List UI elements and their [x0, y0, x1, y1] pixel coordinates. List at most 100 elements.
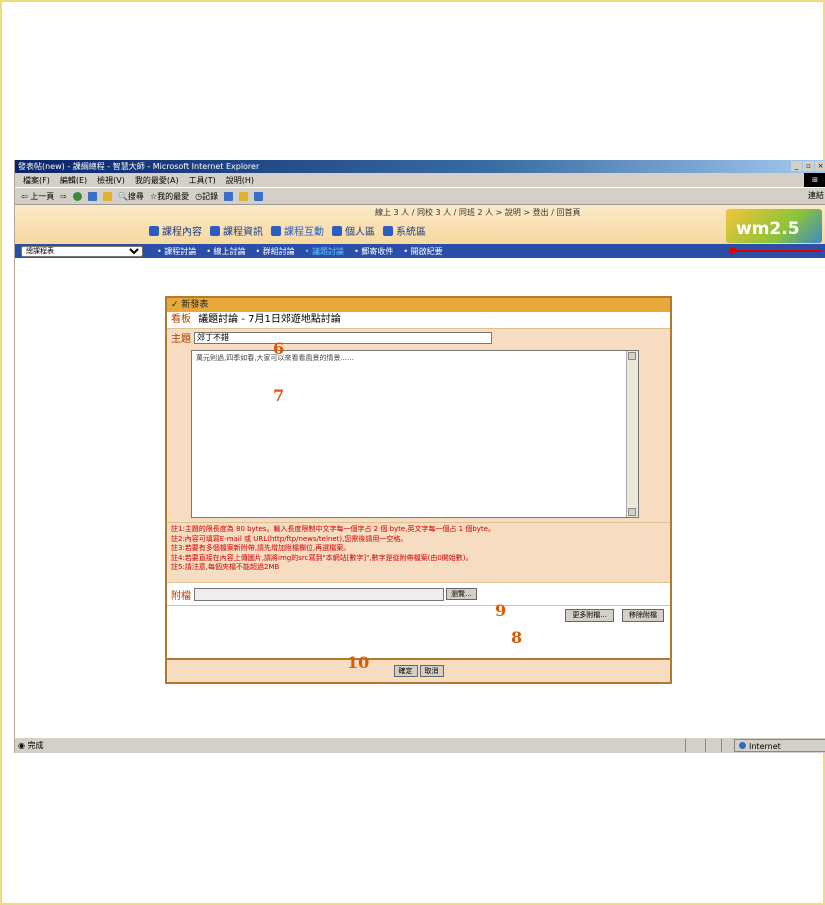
- search-label: 搜尋: [127, 191, 144, 201]
- status-divider: [685, 739, 686, 752]
- tab-course-info[interactable]: 課程資訊: [210, 223, 263, 238]
- note-4: 註4:若要直接在內容上傳圖片,請將img的src寫到"本網站[數字]",數字是從…: [171, 553, 473, 562]
- favorites-button[interactable]: ☆我的最愛: [150, 191, 189, 202]
- nav-label: 開啟紀要: [410, 246, 443, 256]
- attach-file-input[interactable]: [194, 587, 444, 601]
- attach-actions-row: 更多附檔... 移除附檔: [167, 605, 670, 624]
- window-title: 發表帖(new) - 課綱總程 - 智慧大師 - Microsoft Inter…: [18, 162, 260, 171]
- browse-button[interactable]: 瀏覽...: [446, 588, 477, 600]
- back-label: 上一頁: [30, 191, 55, 201]
- refresh-icon[interactable]: [87, 191, 97, 201]
- form-title: 新發表: [181, 300, 209, 310]
- globe-icon: [739, 742, 746, 749]
- browser-window: 發表帖(new) - 課綱總程 - 智慧大師 - Microsoft Inter…: [14, 160, 825, 753]
- nav-online-discussion[interactable]: • 線上討論: [206, 246, 245, 257]
- online-status[interactable]: 線上 3 人 / 同校 3 人 / 同班 2 人 > 說明 > 登出 / 回首頁: [375, 207, 580, 218]
- body-textarea[interactable]: 萬元則過,四季如春,大家可以來看看風景的情景......: [191, 350, 639, 518]
- tab-course-content[interactable]: 課程內容: [149, 223, 202, 238]
- attach-row: 附檔 瀏覽...: [167, 582, 670, 605]
- nav-notes[interactable]: • 開啟紀要: [403, 246, 442, 257]
- close-button[interactable]: ×: [815, 161, 825, 171]
- attach-label: 附檔: [171, 590, 191, 602]
- windows-logo-icon: ⊞: [804, 173, 825, 187]
- tab-label: 課程內容: [162, 227, 202, 238]
- menu-help[interactable]: 說明(H): [226, 175, 254, 186]
- zone-label: Internet: [749, 742, 781, 751]
- tab-course-interaction[interactable]: 課程互動: [271, 223, 324, 238]
- history-button[interactable]: ◷記錄: [195, 191, 218, 202]
- note-1: 註1:主題的限長度為 80 bytes。輸入長度限制中文字每一個字占 2 個 b…: [171, 525, 495, 533]
- editor-scrollbar[interactable]: [626, 351, 638, 517]
- mail-icon[interactable]: [224, 191, 234, 201]
- cancel-button[interactable]: 取消: [419, 665, 444, 677]
- note-2: 註2:內容可填寫E-mail 或 URL(http/ftp/news/telne…: [171, 534, 408, 543]
- board-label: 看板: [171, 314, 191, 325]
- more-attach-button[interactable]: 更多附檔...: [565, 608, 614, 622]
- subject-row: 主題: [167, 329, 670, 346]
- tab-icon: [210, 225, 220, 236]
- stop-icon[interactable]: [72, 191, 82, 201]
- nav-group-discussion[interactable]: • 群組討論: [256, 246, 295, 257]
- submit-row: 確定 取消: [167, 658, 670, 682]
- form-header: ✓ 新發表: [167, 298, 670, 312]
- favorites-label: 我的最愛: [157, 191, 190, 201]
- menu-bar: 檔案(F) 編輯(E) 檢視(V) 我的最愛(A) 工具(T) 說明(H) ⊞: [15, 173, 825, 188]
- links-button[interactable]: 連結: [808, 188, 824, 204]
- ok-button[interactable]: 確定: [393, 665, 418, 677]
- title-bar: 發表帖(new) - 課綱總程 - 智慧大師 - Microsoft Inter…: [15, 160, 825, 173]
- menu-view[interactable]: 檢視(V): [97, 175, 125, 186]
- board-row: 看板 議題討論 - 7月1日郊遊地點討論: [167, 312, 670, 329]
- nav-label: 議題討論: [312, 246, 345, 256]
- home-icon[interactable]: [102, 191, 112, 201]
- status-label: 完成: [27, 741, 44, 750]
- subject-label: 主題: [171, 334, 191, 345]
- note-3: 註3:若要有多個檔案新附帶,請先增加附檔欄位,再選檔案。: [171, 544, 351, 552]
- search-button[interactable]: 🔍搜尋: [118, 191, 144, 202]
- marker-8: 8: [511, 628, 523, 647]
- nav-bar: 總課程表 • 課程討論 • 線上討論 • 群組討論 • 議題討論 • 郵寄收件 …: [15, 244, 825, 258]
- marker-9: 9: [495, 601, 507, 620]
- nav-mail[interactable]: • 郵寄收件: [354, 246, 393, 257]
- progress-indicator: [729, 247, 822, 254]
- nav-course-discussion[interactable]: • 課程討論: [157, 246, 196, 257]
- nav-topic-discussion[interactable]: • 議題討論: [305, 246, 344, 257]
- back-button[interactable]: ⇦ 上一頁: [21, 191, 54, 202]
- edit-icon[interactable]: [254, 191, 264, 201]
- tab-label: 個人區: [345, 227, 375, 238]
- tab-icon: [383, 225, 393, 236]
- security-zone: Internet: [734, 739, 825, 752]
- tab-label: 課程互動: [284, 227, 324, 238]
- notes-section: 註1:主題的限長度為 80 bytes。輸入長度限制中文字每一個字占 2 個 b…: [167, 522, 670, 582]
- tab-label: 課程資訊: [223, 227, 263, 238]
- nav-label: 課程討論: [164, 246, 197, 256]
- menu-file[interactable]: 檔案(F): [23, 175, 50, 186]
- tab-icon: [271, 225, 281, 236]
- forward-button[interactable]: ⇨: [60, 192, 67, 201]
- marker-7: 7: [273, 386, 285, 405]
- site-banner: 線上 3 人 / 同校 3 人 / 同班 2 人 > 說明 > 登出 / 回首頁…: [15, 205, 825, 244]
- marker-6: 6: [273, 339, 285, 358]
- course-select[interactable]: 總課程表: [21, 245, 143, 257]
- menu-tools[interactable]: 工具(T): [189, 175, 216, 186]
- status-divider: [721, 739, 722, 752]
- minimize-button[interactable]: _: [791, 161, 802, 171]
- tab-personal[interactable]: 個人區: [332, 223, 375, 238]
- subject-input[interactable]: [194, 331, 492, 344]
- menu-favorites[interactable]: 我的最愛(A): [135, 175, 179, 186]
- web-page: 線上 3 人 / 同校 3 人 / 同班 2 人 > 說明 > 登出 / 回首頁…: [15, 205, 825, 737]
- editor-row: 萬元則過,四季如春,大家可以來看看風景的情景......: [167, 346, 670, 522]
- marker-10: 10: [347, 653, 370, 672]
- history-label: 記錄: [202, 191, 219, 201]
- main-tabs: 課程內容 課程資訊 課程互動 個人區 系統區: [149, 223, 426, 238]
- tab-icon: [332, 225, 342, 236]
- remove-attach-button[interactable]: 移除附檔: [622, 608, 664, 622]
- maximize-button[interactable]: ▫: [803, 161, 814, 171]
- nav-label: 群組討論: [262, 246, 295, 256]
- tab-system[interactable]: 系統區: [383, 223, 426, 238]
- tab-label: 系統區: [396, 227, 426, 238]
- nav-items: • 課程討論 • 線上討論 • 群組討論 • 議題討論 • 郵寄收件 • 開啟紀…: [157, 246, 443, 257]
- wm-logo: wm2.5: [726, 209, 822, 243]
- logo-text: wm2.5: [736, 219, 800, 239]
- menu-edit[interactable]: 編輯(E): [60, 175, 87, 186]
- print-icon[interactable]: [239, 191, 249, 201]
